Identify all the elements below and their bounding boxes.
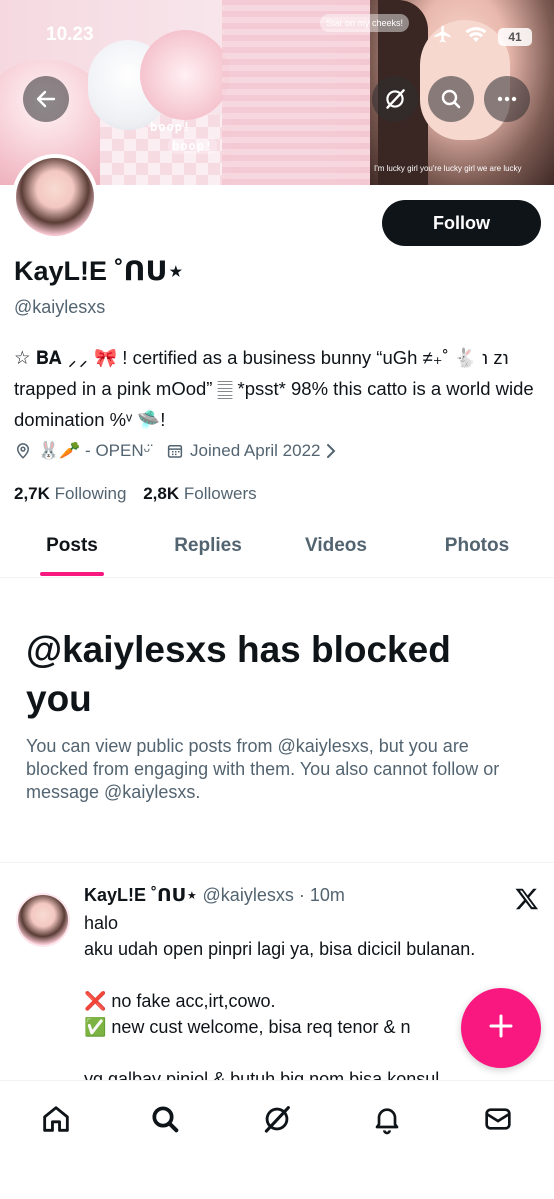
profile-display-name: KayL!E ˚ᑎᑌ⋆ [14,256,185,286]
nav-home[interactable] [36,1101,76,1141]
chevron-right-icon [326,443,336,459]
x-logo-icon [514,886,540,912]
post-handle-time: @kaiylesxs · 10m [202,885,345,905]
post-avatar[interactable] [16,893,70,947]
wifi-icon [464,24,488,49]
banner-caption-top: Star on my cheeks! [320,14,410,32]
followers-label: Followers [183,484,257,503]
location-pin-icon [14,441,32,461]
profile-tabs: Posts Replies Videos Photos [0,522,554,578]
post-header: KayL!E ˚ᑎᑌ⋆ @kaiylesxs · 10m [84,885,345,906]
profile-joined-text: Joined April 2022 [190,441,321,460]
tab-photos[interactable]: Photos [400,522,554,577]
tab-posts[interactable]: Posts [0,522,144,577]
following-label: Following [54,484,127,503]
search-profile-button[interactable] [428,76,474,122]
profile-avatar-image [16,158,94,236]
mail-icon [482,1103,514,1140]
divider [0,862,554,863]
nav-notifications[interactable] [367,1101,407,1141]
grok-icon [260,1102,294,1141]
profile-avatar[interactable] [12,154,98,240]
profile-bio: ☆ 𝐁𝐀 ⸝⸝ 🎀 ! certified as a business bunn… [14,347,534,430]
profile-location: 🐰🥕 - OPENᵕ̈ [14,441,150,461]
banner-boop-text: boop! [168,138,218,154]
grok-button[interactable] [372,76,418,122]
banner-caption-bottom: I'm lucky girl you're lucky girl we are … [374,164,522,173]
followers-count: 2,8K [143,484,180,503]
airplane-icon [432,24,454,49]
nav-grok[interactable] [257,1101,297,1141]
profile-location-text: 🐰🥕 - OPENᵕ̈ [38,441,151,460]
tab-replies[interactable]: Replies [144,522,272,577]
home-icon [39,1102,73,1141]
back-button[interactable] [23,76,69,122]
bell-icon [371,1103,403,1140]
more-button[interactable] [484,76,530,122]
follow-counts: 2,7K Following 2,8K Followers [14,484,269,504]
more-icon [495,87,519,111]
status-time: 10.23 [46,24,94,45]
nav-search[interactable] [145,1101,185,1141]
tab-videos[interactable]: Videos [272,522,400,577]
banner-boop-text: boop! [150,120,192,134]
grok-icon [382,86,408,112]
arrow-left-icon [34,87,58,111]
profile-meta: 🐰🥕 - OPENᵕ̈ Joined April 2022 [14,441,352,461]
post-author-name[interactable]: KayL!E ˚ᑎᑌ⋆ [84,885,198,905]
blocked-description: You can view public posts from @kaiylesx… [26,736,500,802]
compose-button[interactable] [461,988,541,1068]
search-icon [439,87,463,111]
followers-link[interactable]: 2,8K Followers [143,484,256,503]
blocked-title: @kaiylesxs has blocked you [26,629,451,719]
following-link[interactable]: 2,7K Following [14,484,126,503]
profile-handle: @kaiylesxs [14,297,106,317]
plus-icon [486,1011,516,1046]
profile-joined[interactable]: Joined April 2022 [166,441,336,461]
calendar-icon [166,442,184,460]
nav-messages[interactable] [478,1101,518,1141]
status-icons: 41 [432,24,532,49]
follow-button[interactable]: Follow [382,200,541,246]
following-count: 2,7K [14,484,50,503]
bottom-navigation [0,1080,554,1199]
search-icon [149,1103,181,1140]
battery-indicator: 41 [498,27,532,46]
banner-cake-middle [140,30,230,120]
